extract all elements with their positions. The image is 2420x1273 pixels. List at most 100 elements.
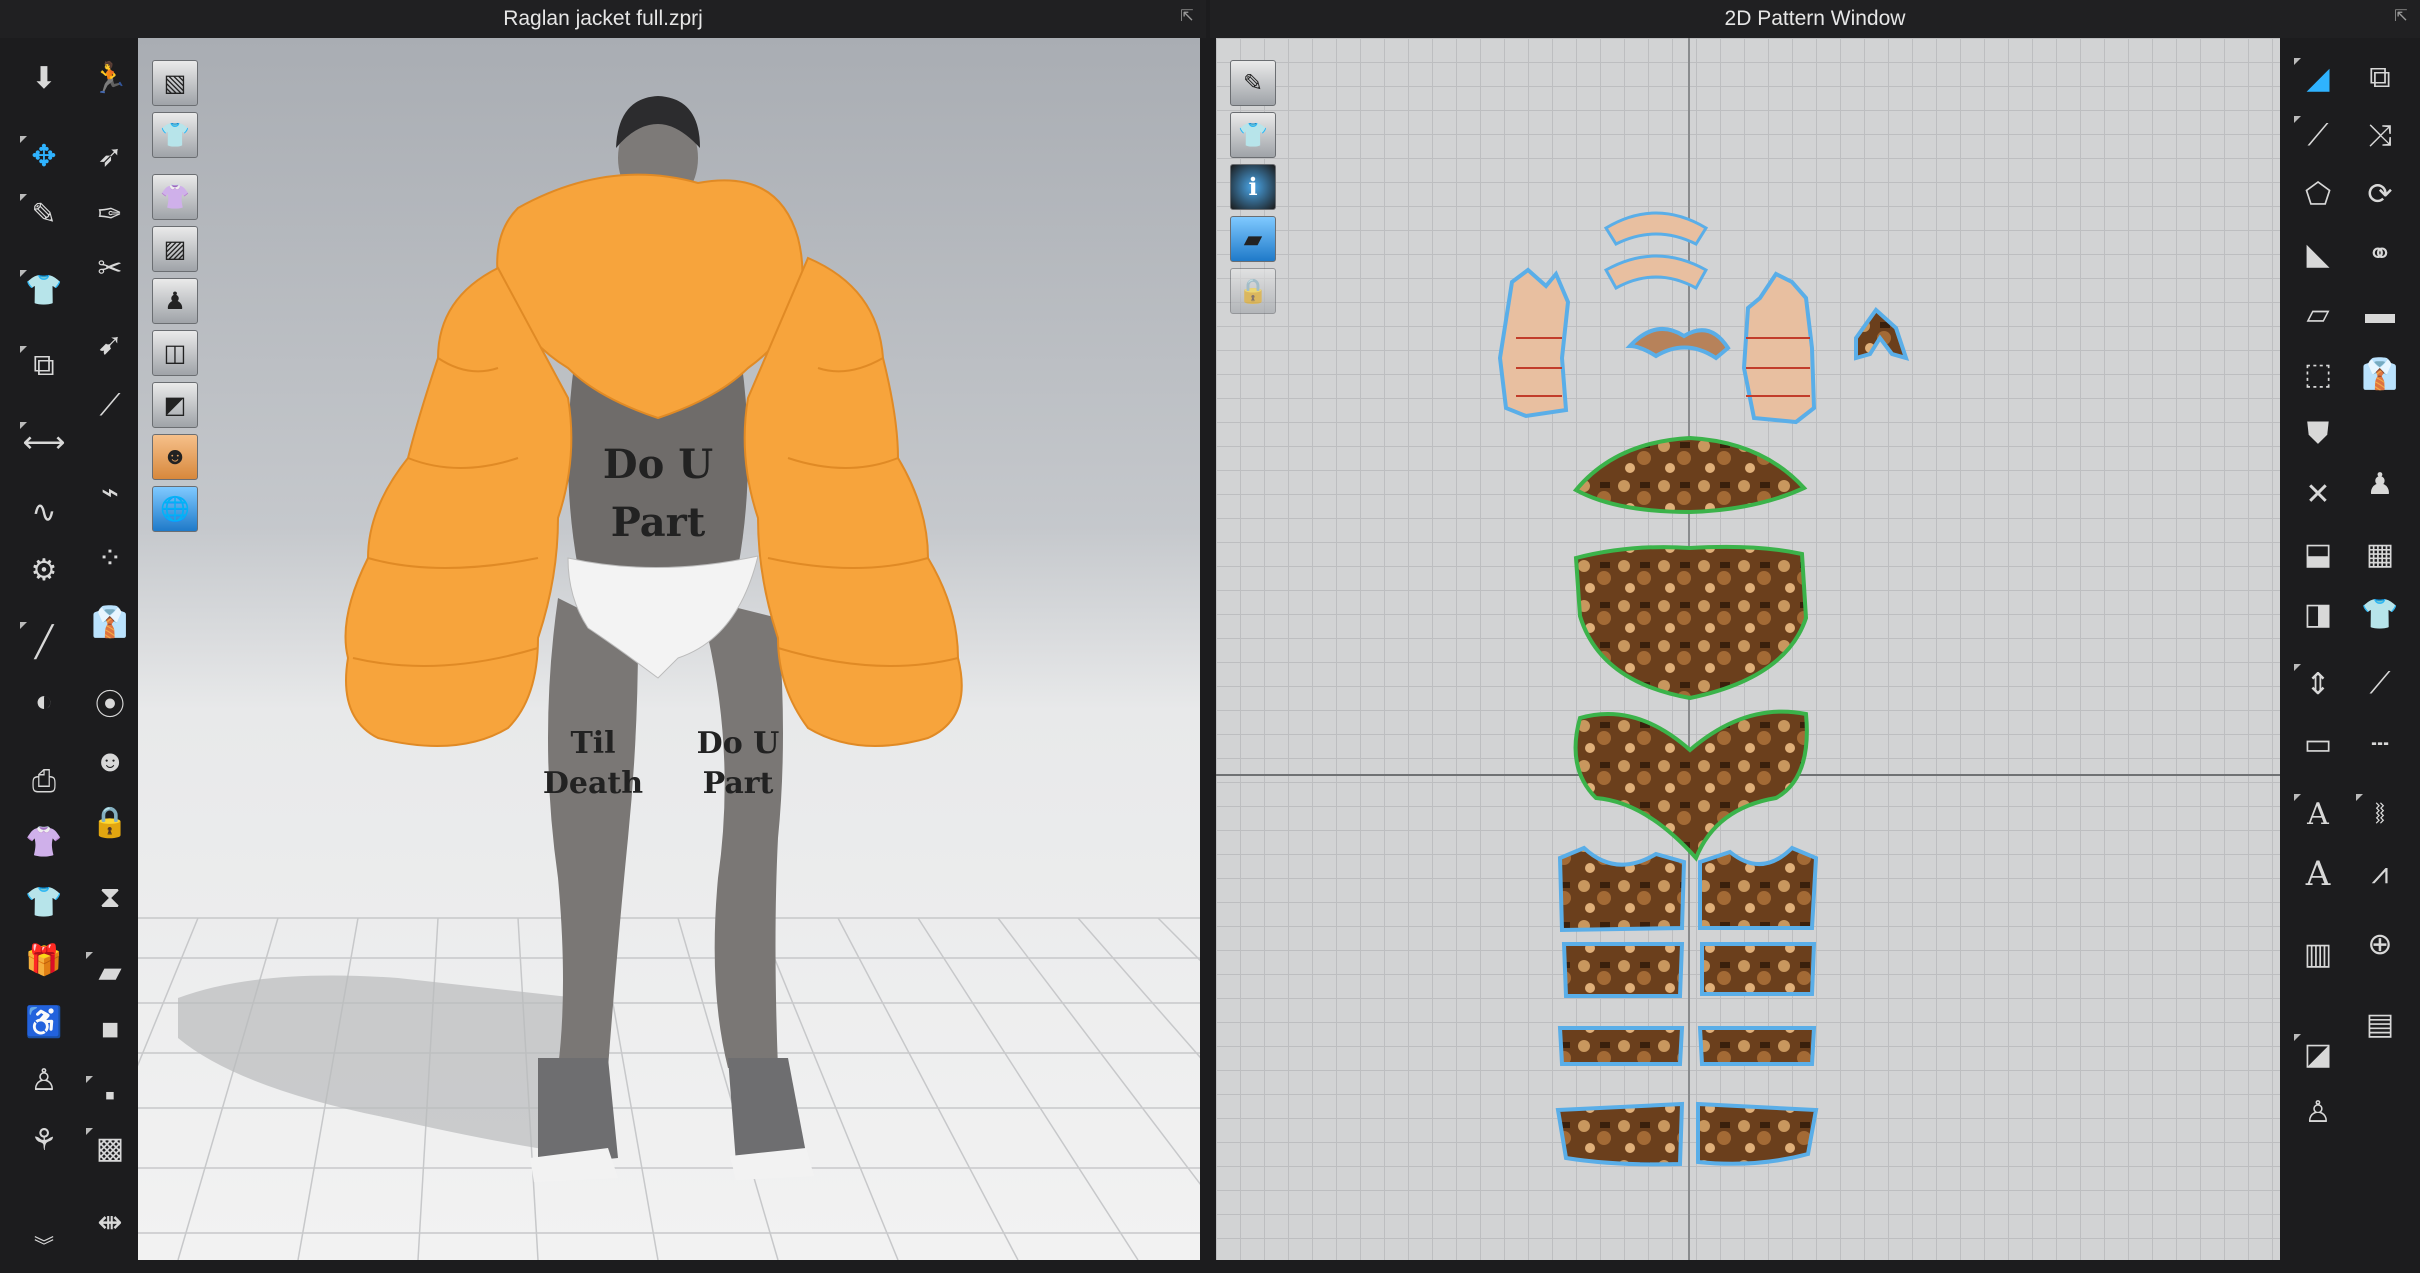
stack-icon[interactable]: ▤ [2354,1002,2406,1046]
avatar-dress-icon[interactable]: ♙ [2292,1090,2344,1134]
pressure-icon[interactable]: ☻ [84,740,136,784]
scene-3d: Do U Part Til Death Do U Part [138,96,1200,1260]
box-view-icon[interactable]: ▧ [152,60,198,106]
left-leg-print-line2: Death [543,766,643,801]
sewing-line-icon[interactable]: 👔 [2354,352,2406,396]
trims-icon[interactable]: ⦿ [84,680,136,724]
measure-icon[interactable]: ⟋ [84,384,136,428]
globe-render-icon[interactable]: 🌐 [152,486,198,532]
select-mesh-icon[interactable]: ➶ [84,134,136,178]
window-2d: 2D Pattern Window ⇱ ✎ 👕 ℹ ▰ 🔒 ◢ ⧉ ⟋ ⤨ ⬠ … [1210,0,2420,1273]
dashed-line-icon[interactable]: ┄ [2354,722,2406,766]
window-3d: Raglan jacket full.zprj ⇱ ⬇ 🏃 ✥ ➶ ✎ ✑ 👕 … [0,0,1206,1273]
popout-icon[interactable]: ⇱ [2392,8,2410,26]
topstitch-icon[interactable]: ⧚ [2354,792,2406,836]
texture-box-icon[interactable]: ■ [84,1008,136,1052]
seam-allowance-icon[interactable]: ⚭ [2354,232,2406,276]
pose-icon[interactable]: ⟷ [18,420,70,464]
pen-icon[interactable]: ∿ [18,490,70,534]
wireframe-icon[interactable]: ◫ [152,330,198,376]
layer-arrange-icon[interactable]: ◪ [2292,1032,2344,1076]
lower-pieces [1555,845,1819,1167]
polygon-icon[interactable]: ⟋ [2292,114,2344,158]
checker-icon[interactable]: ▦ [2354,532,2406,576]
viewport-3d[interactable]: Do U Part Til Death Do U Part ▧ 👕 👚 ▨ ♟ … [138,38,1200,1260]
length-icon[interactable]: ⇕ [2292,662,2344,706]
avatar-measure-icon[interactable]: ♿ [18,1000,70,1044]
torso-print-line1: Do U [603,441,713,488]
zipper-icon[interactable]: ⁘ [84,536,136,580]
button-add-icon[interactable]: ⊕ [2354,922,2406,966]
viewport-2d-icons: ✎ 👕 ℹ ▰ 🔒 [1230,60,1278,320]
transform-icon[interactable]: ⧉ [2354,56,2406,100]
needle-icon[interactable]: ⚙ [18,548,70,592]
pleat-icon[interactable]: ▬ [2354,292,2406,336]
size-icon[interactable]: ⧗ [84,876,136,920]
garment-show-icon[interactable]: 👚 [152,174,198,220]
zigzag-icon[interactable]: ⩘ [2354,852,2406,896]
brush-icon[interactable]: ✑ [84,192,136,236]
cut-line-icon[interactable]: ✕ [2292,472,2344,516]
shirt-view-icon[interactable]: 👕 [152,112,198,158]
fabric-texture-icon[interactable]: ▨ [152,226,198,272]
ruler-icon[interactable]: ▭ [2292,722,2344,766]
shade-box-icon[interactable]: ▩ [84,1126,136,1170]
arrange-icon[interactable]: ➹ [84,322,136,366]
avatar-skin-icon[interactable]: ☻ [152,434,198,480]
sleeve-pieces [1572,435,1809,862]
avatar-walk-icon[interactable]: 🏃 [84,56,136,100]
internal-shape-icon[interactable]: ◣ [2292,232,2344,276]
pattern-canvas [1497,211,1910,1167]
snap-icon[interactable]: ◐ [18,680,70,724]
sewing-icon[interactable]: ⧉ [18,344,70,388]
garment-fit-icon[interactable]: ⎙ [18,760,70,804]
zipper-slider-icon[interactable]: 🎁 [18,938,70,982]
buttonhole-icon[interactable]: 👔 [84,600,136,644]
popout-icon[interactable]: ⇱ [1178,8,1196,26]
shield-icon[interactable]: ⛊ [2292,412,2344,456]
panel-icon[interactable]: ◨ [2292,592,2344,636]
avatar-shoes [530,1058,814,1182]
simulation-icon[interactable]: ⬇ [18,56,70,100]
shading-icon[interactable]: ◩ [152,382,198,428]
shape-cut-icon[interactable]: ⬓ [2292,532,2344,576]
window-2d-title: 2D Pattern Window [1724,7,1906,30]
trace-icon[interactable]: ⟳ [2354,172,2406,216]
trim-box-icon[interactable]: ▰ [84,950,136,994]
segment-icon[interactable]: ⤨ [2354,114,2406,158]
avatar-show-icon[interactable]: ♟ [152,278,198,324]
puckering-icon[interactable]: ⌁ [84,470,136,514]
strap-icon[interactable]: 🔒 [84,800,136,844]
selection-box-icon[interactable]: ⬚ [2292,352,2344,396]
window-3d-titlebar: Raglan jacket full.zprj ⇱ [0,0,1206,38]
shirt-tool-icon[interactable]: 👕 [2354,592,2406,636]
shirt-pattern-icon[interactable]: 👕 [1230,112,1276,158]
pattern-edit-icon[interactable]: ✎ [1230,60,1276,106]
fabric-list-icon[interactable]: ▰ [1230,216,1276,262]
viewport-3d-icons: ▧ 👕 👚 ▨ ♟ ◫ ◩ ☻ 🌐 [152,60,200,538]
info-icon[interactable]: ℹ [1230,164,1276,210]
more-tools-icon[interactable]: ︾ [18,1222,70,1266]
layer-box-icon[interactable]: ▪ [84,1074,136,1118]
button-icon[interactable]: ╱ [18,620,70,664]
grading-icon[interactable]: ▥ [2292,932,2344,976]
avatar-icon[interactable]: 👚 [18,820,70,864]
annotation-icon[interactable]: A [2292,852,2344,896]
viewport-2d[interactable]: ✎ 👕 ℹ ▰ 🔒 [1216,38,2280,1260]
fitting-suit-icon[interactable]: 👕 [18,880,70,924]
needle-line-icon[interactable]: ⟋ [2354,662,2406,706]
text-icon[interactable]: A [2292,792,2344,836]
pin-icon[interactable]: ✎ [18,192,70,236]
fit-trims-icon[interactable]: ♟ [2354,462,2406,506]
gizmo-icon[interactable]: ⇼ [84,1200,136,1244]
rectangle-icon[interactable]: ⬠ [2292,172,2344,216]
dart-icon[interactable]: ▱ [2292,292,2344,336]
lock-shirt-icon[interactable]: 🔒 [1230,268,1276,314]
tack-icon[interactable]: ✂ [84,246,136,290]
fold-icon[interactable]: 👕 [18,268,70,312]
edit-pattern-icon[interactable]: ◢ [2292,56,2344,100]
garment-info-icon[interactable]: ⚘ [18,1118,70,1162]
avatar-figure-icon[interactable]: ♙ [18,1058,70,1102]
select-move-icon[interactable]: ✥ [18,134,70,178]
collar-pieces [1603,211,1709,291]
